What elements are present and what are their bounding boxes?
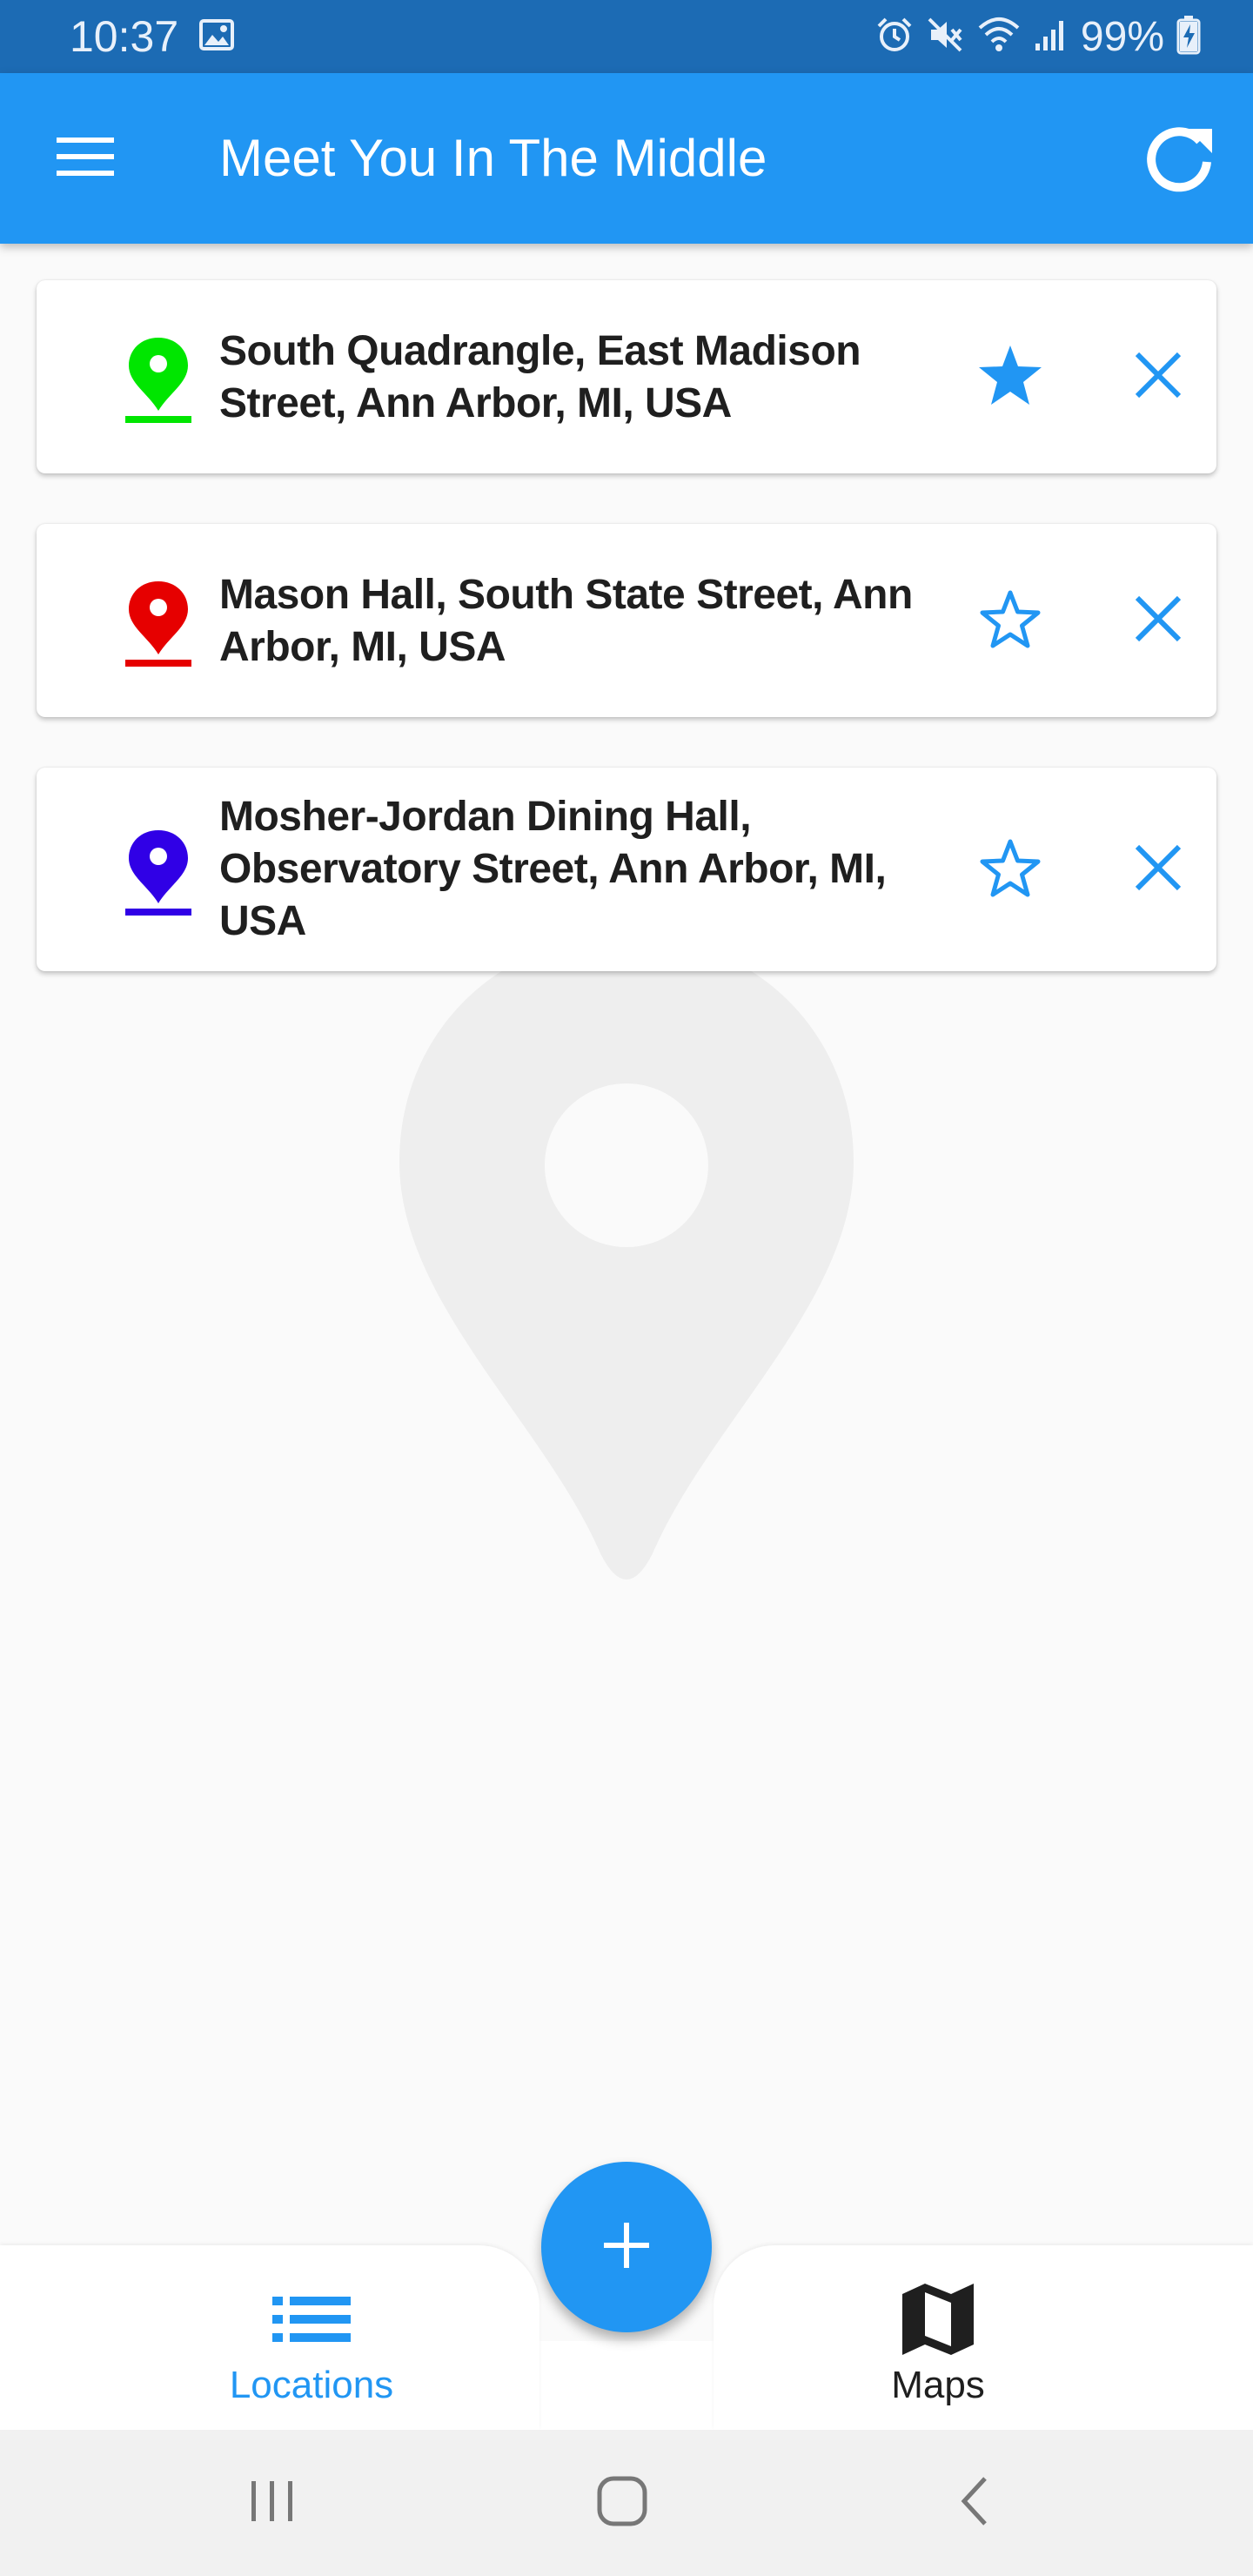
favorite-button[interactable] [972,582,1049,659]
star-outline-icon [977,836,1043,903]
remove-location-button[interactable] [1120,339,1196,415]
recents-button[interactable] [233,2468,312,2538]
close-icon [1134,843,1183,896]
location-pin-icon [122,336,195,423]
wifi-icon [976,16,1022,58]
mute-icon [926,16,964,58]
plus-icon [602,2221,651,2274]
location-pin-icon [122,828,195,916]
battery-percent: 99% [1080,13,1164,60]
map-icon [895,2280,982,2358]
star-filled-icon [977,344,1043,411]
location-card[interactable]: South Quadrangle, East Madison Street, A… [37,280,1216,473]
add-location-button[interactable] [541,2162,712,2332]
favorite-button[interactable] [972,339,1049,415]
menu-button[interactable] [44,124,127,193]
menu-icon [57,136,114,182]
app-bar: Meet You In The Middle [0,73,1253,244]
placeholder-map-pin-icon [396,936,857,1580]
refresh-button[interactable] [1131,117,1227,204]
home-icon [596,2475,648,2532]
star-outline-icon [977,587,1043,654]
favorite-button[interactable] [972,831,1049,908]
nav-item-maps[interactable]: Maps [764,2245,1112,2430]
close-icon [1134,351,1183,404]
list-icon [268,2280,355,2358]
alarm-icon [875,16,914,58]
signal-icon [1034,17,1069,57]
system-navigation-bar [0,2430,1253,2576]
status-bar: 10:37 99% [0,0,1253,73]
nav-label-locations: Locations [229,2364,394,2406]
location-card[interactable]: Mason Hall, South State Street, Ann Arbo… [37,524,1216,717]
refresh-icon [1142,122,1216,199]
status-time: 10:37 [70,12,179,61]
image-icon [199,18,235,55]
close-icon [1134,594,1183,647]
page-title: Meet You In The Middle [219,129,767,187]
location-address: Mason Hall, South State Street, Ann Arbo… [219,572,913,670]
battery-charging-icon [1176,15,1201,59]
nav-label-maps: Maps [891,2364,985,2406]
remove-location-button[interactable] [1120,582,1196,659]
back-button[interactable] [935,2468,1014,2538]
remove-location-button[interactable] [1120,831,1196,908]
back-icon [957,2475,992,2532]
home-button[interactable] [583,2468,661,2538]
location-card[interactable]: Mosher-Jordan Dining Hall, Observatory S… [37,768,1216,971]
location-address: South Quadrangle, East Madison Street, A… [219,328,861,426]
nav-item-locations[interactable]: Locations [137,2245,486,2430]
location-address: Mosher-Jordan Dining Hall, Observatory S… [219,794,887,944]
location-pin-icon [122,580,195,667]
recents-icon [248,2479,297,2527]
